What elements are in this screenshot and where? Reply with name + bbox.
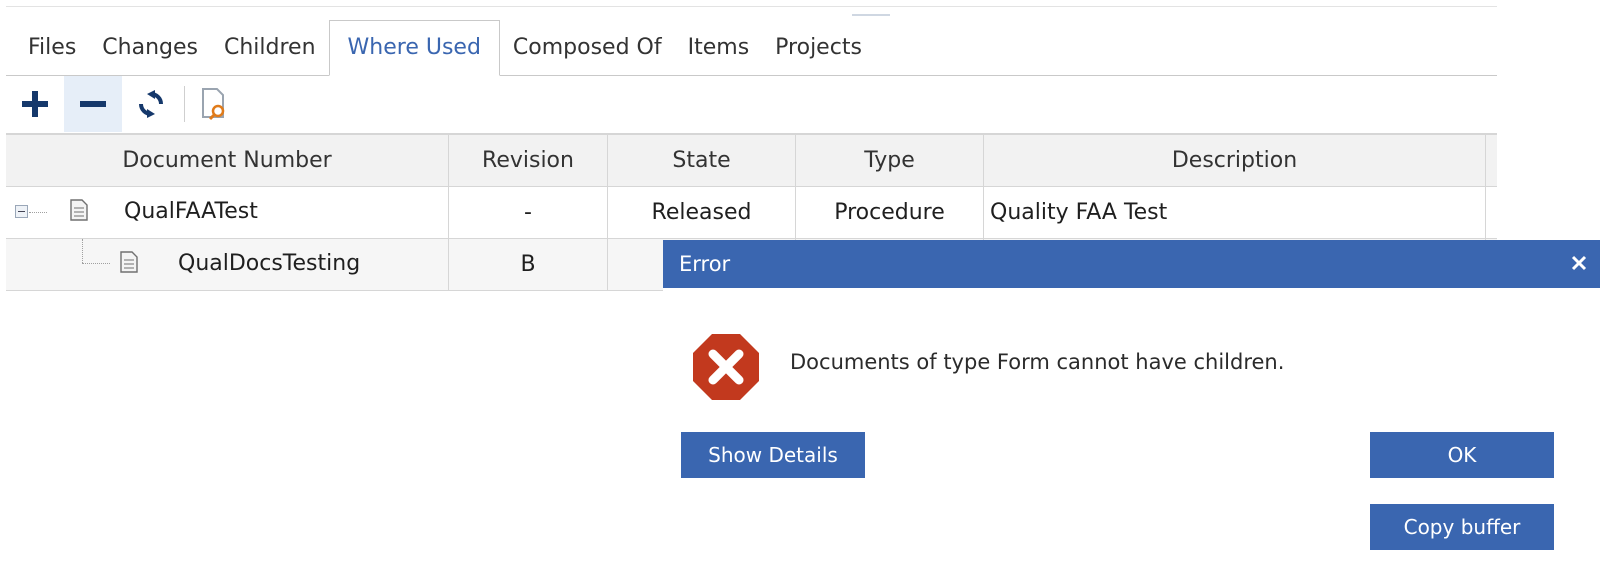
toolbar-separator bbox=[184, 86, 185, 122]
error-message: Documents of type Form cannot have child… bbox=[790, 350, 1285, 374]
copy-buffer-button[interactable]: Copy buffer bbox=[1370, 504, 1554, 550]
tree-connector bbox=[82, 239, 83, 263]
state-cell: Released bbox=[608, 187, 796, 238]
error-icon bbox=[693, 334, 759, 400]
where-used-panel: Files Changes Children Where Used Compos… bbox=[0, 0, 1600, 576]
column-header-description[interactable]: Description bbox=[984, 135, 1486, 186]
tree-connector bbox=[82, 263, 110, 264]
document-icon bbox=[70, 199, 88, 221]
add-button[interactable] bbox=[6, 76, 64, 132]
document-number-cell[interactable]: QualDocsTesting bbox=[6, 239, 449, 290]
show-details-button[interactable]: Show Details bbox=[681, 432, 865, 478]
column-header-state[interactable]: State bbox=[608, 135, 796, 186]
document-number: QualFAATest bbox=[124, 199, 258, 224]
tab-strip: Files Changes Children Where Used Compos… bbox=[6, 20, 1497, 76]
column-header-filler bbox=[1486, 135, 1497, 186]
tab-items[interactable]: Items bbox=[675, 21, 763, 75]
revision-cell: - bbox=[449, 187, 608, 238]
document-icon bbox=[120, 251, 138, 273]
tree-connector bbox=[29, 212, 47, 213]
tab-where-used[interactable]: Where Used bbox=[328, 20, 500, 76]
document-search-icon bbox=[202, 88, 225, 121]
tab-files[interactable]: Files bbox=[6, 21, 89, 75]
close-icon[interactable] bbox=[1568, 252, 1590, 274]
top-divider bbox=[6, 6, 1497, 7]
splitter-grip[interactable] bbox=[852, 14, 890, 16]
tab-changes[interactable]: Changes bbox=[89, 21, 211, 75]
description-cell: Quality FAA Test bbox=[984, 187, 1486, 238]
find-document-button[interactable] bbox=[193, 76, 237, 132]
column-header-document-number[interactable]: Document Number bbox=[6, 135, 449, 186]
column-header-revision[interactable]: Revision bbox=[449, 135, 608, 186]
remove-button[interactable] bbox=[64, 76, 122, 132]
error-dialog: Error Documents of type Form cannot have… bbox=[663, 240, 1600, 576]
tab-composed-of[interactable]: Composed Of bbox=[500, 21, 675, 75]
toolbar bbox=[6, 76, 1497, 132]
column-header-type[interactable]: Type bbox=[796, 135, 984, 186]
minus-icon bbox=[80, 101, 106, 107]
refresh-button[interactable] bbox=[122, 76, 180, 132]
document-number-cell[interactable]: QualFAATest bbox=[6, 187, 449, 238]
tab-projects[interactable]: Projects bbox=[762, 21, 875, 75]
collapse-toggle[interactable] bbox=[15, 205, 28, 218]
dialog-title-bar[interactable]: Error bbox=[663, 240, 1600, 288]
revision-cell: B bbox=[449, 239, 608, 290]
document-number: QualDocsTesting bbox=[178, 251, 361, 276]
grid-header: Document Number Revision State Type Desc… bbox=[6, 133, 1497, 187]
type-cell: Procedure bbox=[796, 187, 984, 238]
ok-button[interactable]: OK bbox=[1370, 432, 1554, 478]
refresh-icon bbox=[139, 90, 163, 118]
row-filler bbox=[1486, 187, 1497, 238]
tab-children[interactable]: Children bbox=[211, 21, 329, 75]
table-row[interactable]: QualFAATest - Released Procedure Quality… bbox=[6, 187, 1497, 239]
dialog-title: Error bbox=[679, 252, 731, 276]
plus-icon bbox=[22, 91, 48, 117]
